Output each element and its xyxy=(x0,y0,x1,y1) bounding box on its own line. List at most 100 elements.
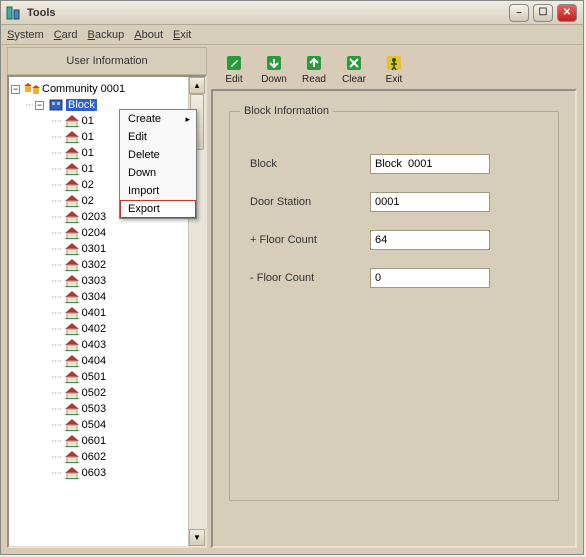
edit-button-label: Edit xyxy=(225,74,242,85)
tree-item-label: 01 xyxy=(82,115,94,127)
read-button[interactable]: Read xyxy=(297,52,331,85)
close-button[interactable]: ✕ xyxy=(557,4,577,22)
house-icon xyxy=(64,354,80,368)
left-panel-header: User Information xyxy=(7,47,207,75)
maximize-button[interactable]: ☐ xyxy=(533,4,553,22)
field-minus-floor-label: - Floor Count xyxy=(250,272,370,284)
window-controls: – ☐ ✕ xyxy=(509,4,577,22)
house-icon xyxy=(64,322,80,336)
context-menu-edit[interactable]: Edit xyxy=(120,128,196,146)
minimize-button[interactable]: – xyxy=(509,4,529,22)
field-block: Block xyxy=(250,154,538,174)
house-icon xyxy=(64,418,80,432)
collapse-icon[interactable]: − xyxy=(35,101,44,110)
tree-item[interactable]: ····0404 xyxy=(11,353,205,369)
house-icon xyxy=(64,466,80,480)
tree-item-label: 02 xyxy=(82,179,94,191)
house-icon xyxy=(64,306,80,320)
tree-item-label: 0401 xyxy=(82,307,106,319)
field-block-input[interactable] xyxy=(370,154,490,174)
tree-item[interactable]: ····0403 xyxy=(11,337,205,353)
house-icon xyxy=(64,210,80,224)
tree-item-label: 0303 xyxy=(82,275,106,287)
context-menu-create[interactable]: Create xyxy=(120,110,196,128)
tree-community[interactable]: − Community 0001 xyxy=(11,81,205,97)
read-button-label: Read xyxy=(302,74,326,85)
context-menu-delete[interactable]: Delete xyxy=(120,146,196,164)
field-plus-floor-label: + Floor Count xyxy=(250,234,370,246)
house-icon xyxy=(64,178,80,192)
menu-exit[interactable]: Exit xyxy=(173,29,191,41)
window-title: Tools xyxy=(27,7,509,19)
tree-item-label: 0403 xyxy=(82,339,106,351)
tree-item[interactable]: ····0502 xyxy=(11,385,205,401)
tree-item-label: 0504 xyxy=(82,419,106,431)
read-button-icon xyxy=(303,52,325,74)
menu-system[interactable]: System xyxy=(7,29,44,41)
toolbar: Edit Down Read Clear Exit xyxy=(211,47,577,89)
menu-about[interactable]: About xyxy=(134,29,163,41)
field-door-input[interactable] xyxy=(370,192,490,212)
house-icon xyxy=(64,130,80,144)
block-info-group: Block Information Block Door Station + F… xyxy=(229,111,559,501)
app-window: Tools – ☐ ✕ System Card Backup About Exi… xyxy=(0,0,584,555)
tree-item-label: 01 xyxy=(82,163,94,175)
tree-item[interactable]: ····0501 xyxy=(11,369,205,385)
tree-item-label: 0404 xyxy=(82,355,106,367)
tree-item-label: 0501 xyxy=(82,371,106,383)
exit-button[interactable]: Exit xyxy=(377,52,411,85)
field-door: Door Station xyxy=(250,192,538,212)
house-icon xyxy=(64,146,80,160)
community-label: Community 0001 xyxy=(42,83,125,95)
titlebar: Tools – ☐ ✕ xyxy=(1,1,583,25)
house-icon xyxy=(64,370,80,384)
tree-item[interactable]: ····0602 xyxy=(11,449,205,465)
house-icon xyxy=(64,242,80,256)
exit-button-label: Exit xyxy=(386,74,403,85)
tree-item[interactable]: ····0601 xyxy=(11,433,205,449)
field-minus-floor-input[interactable] xyxy=(370,268,490,288)
right-panel: Edit Down Read Clear Exit Block Information … xyxy=(211,47,577,548)
tree-item[interactable]: ····0603 xyxy=(11,465,205,481)
field-door-label: Door Station xyxy=(250,196,370,208)
tree-item[interactable]: ····0303 xyxy=(11,273,205,289)
tree-item-label: 0402 xyxy=(82,323,106,335)
down-button[interactable]: Down xyxy=(257,52,291,85)
edit-button[interactable]: Edit xyxy=(217,52,251,85)
context-menu-import[interactable]: Import xyxy=(120,182,196,200)
app-icon xyxy=(5,5,21,21)
tree-item[interactable]: ····0402 xyxy=(11,321,205,337)
house-icon xyxy=(64,386,80,400)
menubar: System Card Backup About Exit xyxy=(1,25,583,45)
field-minus-floor: - Floor Count xyxy=(250,268,538,288)
context-menu-export[interactable]: Export xyxy=(120,200,196,218)
tree-item[interactable]: ····0503 xyxy=(11,401,205,417)
menu-card[interactable]: Card xyxy=(54,29,78,41)
tree-item-label: 0503 xyxy=(82,403,106,415)
tree-item-label: 01 xyxy=(82,147,94,159)
tree-item-label: 0602 xyxy=(82,451,106,463)
scroll-down-button[interactable]: ▼ xyxy=(189,529,205,546)
down-button-label: Down xyxy=(261,74,287,85)
collapse-icon[interactable]: − xyxy=(11,85,20,94)
scroll-up-button[interactable]: ▲ xyxy=(189,77,205,94)
workarea: Block Information Block Door Station + F… xyxy=(211,89,577,548)
tree-item[interactable]: ····0204 xyxy=(11,225,205,241)
tree-item[interactable]: ····0302 xyxy=(11,257,205,273)
menu-backup[interactable]: Backup xyxy=(88,29,125,41)
community-icon xyxy=(24,82,40,96)
house-icon xyxy=(64,274,80,288)
field-plus-floor-input[interactable] xyxy=(370,230,490,250)
tree-item-label: 01 xyxy=(82,131,94,143)
tree-item-label: 0304 xyxy=(82,291,106,303)
tree-item[interactable]: ····0301 xyxy=(11,241,205,257)
tree-item[interactable]: ····0304 xyxy=(11,289,205,305)
context-menu-down[interactable]: Down xyxy=(120,164,196,182)
tree-item-label: 0301 xyxy=(82,243,106,255)
house-icon xyxy=(64,402,80,416)
tree-item[interactable]: ····0504 xyxy=(11,417,205,433)
tree-item-label: 0601 xyxy=(82,435,106,447)
house-icon xyxy=(64,450,80,464)
clear-button[interactable]: Clear xyxy=(337,52,371,85)
tree-item[interactable]: ····0401 xyxy=(11,305,205,321)
